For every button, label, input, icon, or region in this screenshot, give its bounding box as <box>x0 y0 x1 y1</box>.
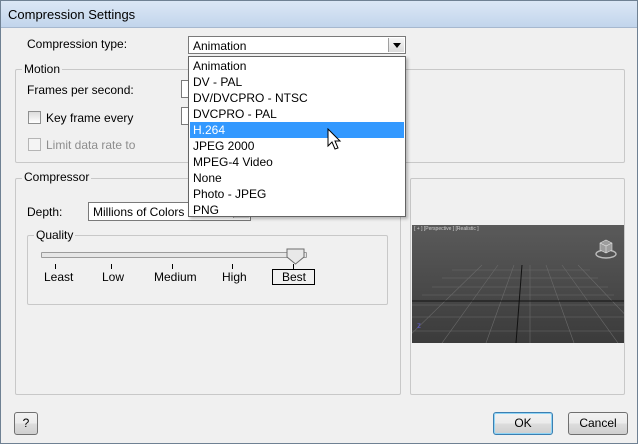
depth-label: Depth: <box>27 205 63 219</box>
compression-type-value: Animation <box>193 39 247 53</box>
quality-group <box>27 235 388 305</box>
quality-label-low: Low <box>102 270 125 284</box>
option-mpeg4-video[interactable]: MPEG-4 Video <box>190 154 404 170</box>
compression-type-dropdown[interactable]: Animation DV - PAL DV/DVCPRO - NTSC DVCP… <box>188 56 406 217</box>
option-photo-jpeg[interactable]: Photo - JPEG <box>190 186 404 202</box>
compressor-legend: Compressor <box>22 170 92 184</box>
quality-tick <box>232 264 233 269</box>
option-none[interactable]: None <box>190 170 404 186</box>
depth-value: Millions of Colors <box>93 205 185 219</box>
keyframe-label: Key frame every <box>46 111 134 125</box>
option-dv-dvcpro-ntsc[interactable]: DV/DVCPRO - NTSC <box>190 90 404 106</box>
help-button[interactable]: ? <box>14 412 38 435</box>
quality-slider-thumb[interactable] <box>286 248 306 266</box>
quality-label-high: High <box>222 270 247 284</box>
compression-settings-dialog: Compression Settings Compression type: A… <box>0 0 638 444</box>
quality-tick <box>55 264 56 269</box>
quality-label-least: Least <box>44 270 74 284</box>
fps-label: Frames per second: <box>27 83 134 97</box>
option-h264[interactable]: H.264 <box>190 122 404 138</box>
preview-viewport: [ + ] [Perspective ] [Realistic ] z <box>412 225 624 343</box>
ok-button[interactable]: OK <box>493 412 553 435</box>
title-bar[interactable]: Compression Settings <box>1 1 637 28</box>
quality-tick <box>111 264 112 269</box>
option-png[interactable]: PNG <box>190 202 404 218</box>
option-dvcpro-pal[interactable]: DVCPRO - PAL <box>190 106 404 122</box>
perspective-grid <box>412 264 624 343</box>
motion-legend: Motion <box>22 62 63 76</box>
axis-z-icon: z <box>417 321 421 330</box>
compression-type-label: Compression type: <box>27 37 128 51</box>
quality-legend: Quality <box>34 228 76 242</box>
limit-data-rate-checkbox[interactable] <box>28 138 41 151</box>
mouse-cursor-icon <box>327 128 342 150</box>
quality-label-medium: Medium <box>154 270 197 284</box>
quality-label-best: Best <box>272 269 316 285</box>
limit-data-rate-label: Limit data rate to <box>46 138 136 152</box>
keyframe-checkbox[interactable] <box>28 111 41 124</box>
chevron-down-icon[interactable] <box>388 38 404 52</box>
quality-slider-track[interactable] <box>41 252 307 258</box>
compression-type-combo[interactable]: Animation <box>188 36 406 54</box>
cancel-button[interactable]: Cancel <box>568 412 628 435</box>
option-animation[interactable]: Animation <box>190 58 404 74</box>
viewcube-icon[interactable] <box>595 237 619 261</box>
option-jpeg-2000[interactable]: JPEG 2000 <box>190 138 404 154</box>
window-title: Compression Settings <box>8 7 136 22</box>
quality-tick <box>172 264 173 269</box>
option-dv-pal[interactable]: DV - PAL <box>190 74 404 90</box>
